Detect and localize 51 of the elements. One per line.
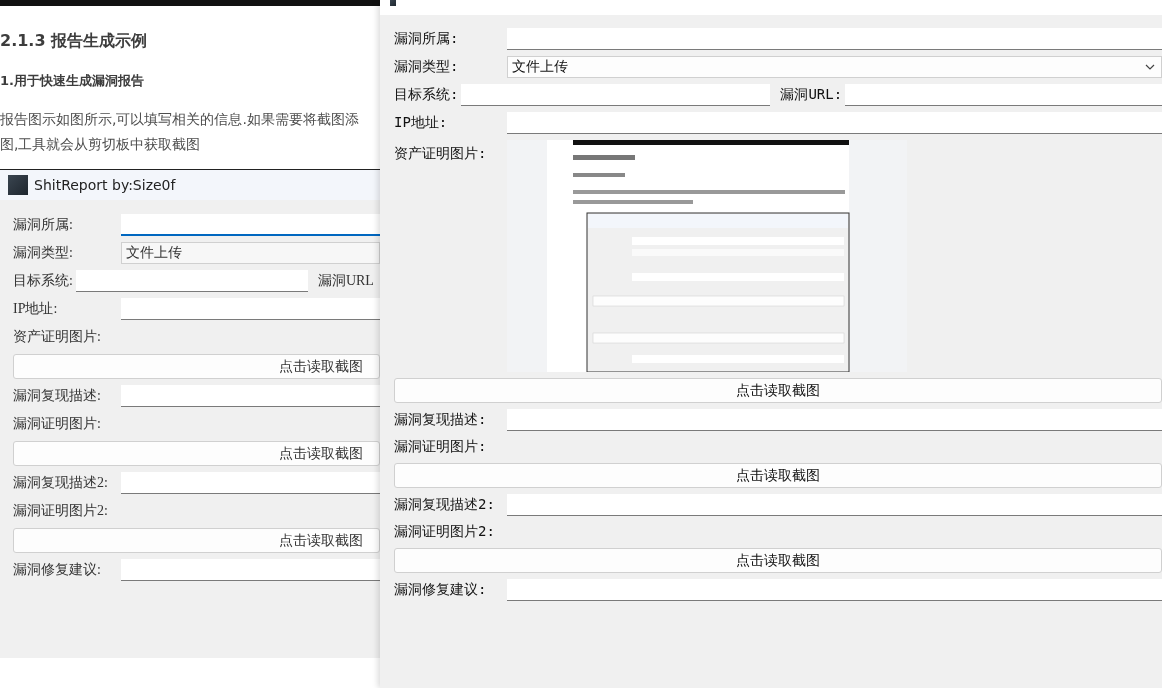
- paragraph-line: 图,工具就会从剪切板中获取截图: [0, 135, 201, 154]
- read-screenshot-button[interactable]: 点击读取截图: [394, 463, 1162, 488]
- text-field[interactable]: [507, 409, 1162, 431]
- field-label: 漏洞复现描述:: [394, 411, 488, 429]
- text-field[interactable]: [507, 579, 1162, 601]
- read-screenshot-button[interactable]: 点击读取截图: [13, 441, 380, 466]
- read-screenshot-button[interactable]: 点击读取截图: [394, 378, 1162, 403]
- field-label: IP地址:: [394, 114, 449, 132]
- read-screenshot-button[interactable]: 点击读取截图: [394, 548, 1162, 573]
- field-label: 目标系统:: [394, 86, 459, 104]
- text-field[interactable]: [121, 298, 380, 320]
- field-label: 漏洞修复建议:: [394, 581, 488, 599]
- field-label: 漏洞修复建议:: [13, 561, 102, 579]
- field-label: 资产证明图片:: [13, 328, 101, 346]
- field-label: IP地址:: [13, 300, 59, 318]
- subsection-heading: 1.用于快速生成漏洞报告: [0, 72, 144, 90]
- text-field[interactable]: [75, 270, 308, 292]
- window-title: ShitReport by:Size0f: [34, 177, 176, 193]
- type-dropdown[interactable]: 文件上传: [121, 242, 380, 264]
- type-dropdown[interactable]: 文件上传: [507, 56, 1162, 78]
- text-field[interactable]: [121, 559, 380, 581]
- field-label: 漏洞URL: [317, 272, 374, 290]
- field-label: 漏洞复现描述:: [13, 387, 102, 405]
- read-screenshot-button[interactable]: 点击读取截图: [13, 354, 380, 379]
- field-label: 漏洞URL:: [780, 86, 843, 104]
- read-screenshot-button[interactable]: 点击读取截图: [13, 528, 380, 553]
- text-field[interactable]: [507, 494, 1162, 516]
- text-field[interactable]: [121, 214, 380, 236]
- field-label: 漏洞证明图片2:: [13, 502, 108, 520]
- field-label: 目标系统:: [13, 272, 73, 290]
- app-icon: [8, 175, 28, 195]
- text-field[interactable]: [121, 385, 380, 407]
- paragraph-line: 报告图示如图所示,可以填写相关的信息.如果需要将截图添: [0, 110, 359, 129]
- field-label: 资产证明图片:: [394, 145, 488, 163]
- field-label: 漏洞复现描述2:: [13, 474, 109, 492]
- text-field[interactable]: [507, 112, 1162, 134]
- text-field[interactable]: [121, 472, 380, 494]
- text-field[interactable]: [845, 84, 1162, 106]
- chevron-down-icon: [1145, 64, 1155, 70]
- text-field[interactable]: [507, 28, 1162, 50]
- field-label: 漏洞复现描述2:: [394, 496, 496, 514]
- field-label: 漏洞证明图片:: [13, 415, 101, 433]
- field-label: 漏洞所属:: [13, 216, 74, 234]
- field-label: 漏洞类型:: [13, 244, 74, 262]
- text-field[interactable]: [461, 84, 771, 106]
- app-icon: [390, 0, 396, 6]
- section-heading: 2.1.3 报告生成示例: [0, 31, 148, 52]
- field-label: 漏洞所属:: [394, 30, 460, 48]
- field-label: 漏洞类型:: [394, 58, 460, 76]
- field-label: 漏洞证明图片2:: [394, 523, 495, 541]
- field-label: 漏洞证明图片:: [394, 438, 487, 456]
